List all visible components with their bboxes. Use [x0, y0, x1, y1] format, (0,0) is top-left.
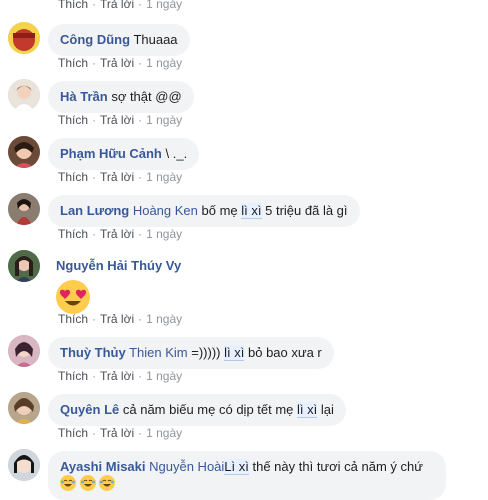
- comment-bubble: Thuỳ Thủy Thien Kim =))))) lì xì bỏ bao …: [48, 337, 334, 369]
- reply-link[interactable]: Trả lời: [100, 113, 134, 127]
- comment-time: 1 ngày: [146, 56, 183, 70]
- comment-text: bỏ bao xưa r: [248, 345, 322, 360]
- like-link[interactable]: Thích: [58, 0, 88, 11]
- like-link[interactable]: Thích: [58, 312, 88, 326]
- comment-actions: Thích · Trả lời · 1 ngày: [58, 113, 183, 127]
- comment-actions: Thích · Trả lời · 1 ngày: [58, 369, 183, 383]
- highlighted-keyword: lì xì: [241, 203, 262, 219]
- comment-text: \ ._.: [165, 146, 188, 161]
- comment-actions: Thích · Trả lời · 1 ngày: [58, 312, 183, 326]
- laughing-emoji: [99, 475, 116, 491]
- comment-time: 1 ngày: [146, 426, 183, 440]
- reply-link[interactable]: Trả lời: [100, 0, 134, 11]
- comment-bubble: Phạm Hữu Cảnh \ ._.: [48, 138, 200, 170]
- like-link[interactable]: Thích: [58, 56, 88, 70]
- reply-link[interactable]: Trả lời: [100, 312, 134, 326]
- comment-author[interactable]: Ayashi Misaki: [60, 459, 146, 474]
- avatar[interactable]: [8, 136, 40, 168]
- tagged-user[interactable]: Hoàng Ken: [133, 203, 198, 218]
- like-link[interactable]: Thích: [58, 113, 88, 127]
- comment-text: 5 triệu đã là gì: [265, 203, 348, 218]
- avatar[interactable]: [8, 335, 40, 367]
- comment-author[interactable]: Quyên Lê: [60, 402, 119, 417]
- comment-text: sợ thật @@: [111, 89, 182, 104]
- comment-actions: Thích · Trả lời · 1 ngày: [58, 426, 183, 440]
- comment-text: lại: [320, 402, 334, 417]
- comment-text: =))))): [191, 345, 221, 360]
- like-link[interactable]: Thích: [58, 369, 88, 383]
- comment-time: 1 ngày: [146, 0, 183, 11]
- laughing-emoji: [60, 475, 76, 491]
- like-link[interactable]: Thích: [58, 227, 88, 241]
- comment-text: cả năm biếu mẹ có dịp tết mẹ: [122, 402, 294, 417]
- avatar[interactable]: [8, 193, 40, 225]
- comment-bubble: Ayashi Misaki Nguyễn HoàiLì xì thế này t…: [48, 451, 446, 500]
- comment-author[interactable]: Thuỳ Thủy: [60, 345, 126, 360]
- avatar[interactable]: [8, 79, 40, 111]
- comment-text: bố mẹ: [201, 203, 238, 218]
- highlighted-keyword: lì xì: [297, 402, 318, 418]
- comment-text: thế này thì tươi cả năm ý chứ: [252, 459, 423, 474]
- comment-actions: Thích · Trả lời · 1 ngày: [58, 56, 183, 70]
- reply-link[interactable]: Trả lời: [100, 426, 134, 440]
- comment-author[interactable]: Công Dũng: [60, 32, 130, 47]
- comment-author[interactable]: Phạm Hữu Cảnh: [60, 146, 162, 161]
- avatar[interactable]: [8, 250, 40, 282]
- comment-time: 1 ngày: [146, 170, 183, 184]
- comment-bubble: Quyên Lê cả năm biếu mẹ có dịp tết mẹ lì…: [48, 394, 346, 426]
- comment-actions: Thích · Trả lời · 1 ngày: [58, 0, 182, 11]
- laughing-emoji: [79, 475, 96, 491]
- highlighted-keyword: Lì xì: [224, 459, 249, 475]
- reply-link[interactable]: Trả lời: [100, 369, 134, 383]
- comment-text: Thuaaa: [133, 32, 178, 47]
- avatar[interactable]: [8, 392, 40, 424]
- comment-author[interactable]: Nguyễn Hải Thúy Vy: [56, 258, 181, 273]
- comment-author[interactable]: Hà Trần: [60, 89, 108, 104]
- comment-bubble: Hà Trần sợ thật @@: [48, 81, 194, 113]
- comment-time: 1 ngày: [146, 113, 183, 127]
- heart-eyes-emoji: [56, 280, 90, 314]
- avatar[interactable]: [8, 449, 40, 481]
- comment-time: 1 ngày: [146, 227, 183, 241]
- comment-author[interactable]: Lan Lương: [60, 203, 129, 218]
- comment-time: 1 ngày: [146, 369, 183, 383]
- like-link[interactable]: Thích: [58, 170, 88, 184]
- avatar[interactable]: [8, 22, 40, 54]
- comment-actions: Thích · Trả lời · 1 ngày: [58, 170, 183, 184]
- like-link[interactable]: Thích: [58, 426, 88, 440]
- reply-link[interactable]: Trả lời: [100, 56, 134, 70]
- comment-time: 1 ngày: [146, 312, 183, 326]
- comment-bubble: Lan Lương Hoàng Ken bố mẹ lì xì 5 triệu …: [48, 195, 360, 227]
- comment-actions: Thích · Trả lời · 1 ngày: [58, 227, 183, 241]
- reply-link[interactable]: Trả lời: [100, 170, 134, 184]
- comment-bubble: Công Dũng Thuaaa: [48, 24, 190, 56]
- tagged-user[interactable]: Thien Kim: [129, 345, 188, 360]
- tagged-user[interactable]: Nguyễn Hoài: [149, 459, 224, 474]
- highlighted-keyword: lì xì: [224, 345, 245, 361]
- reply-link[interactable]: Trả lời: [100, 227, 134, 241]
